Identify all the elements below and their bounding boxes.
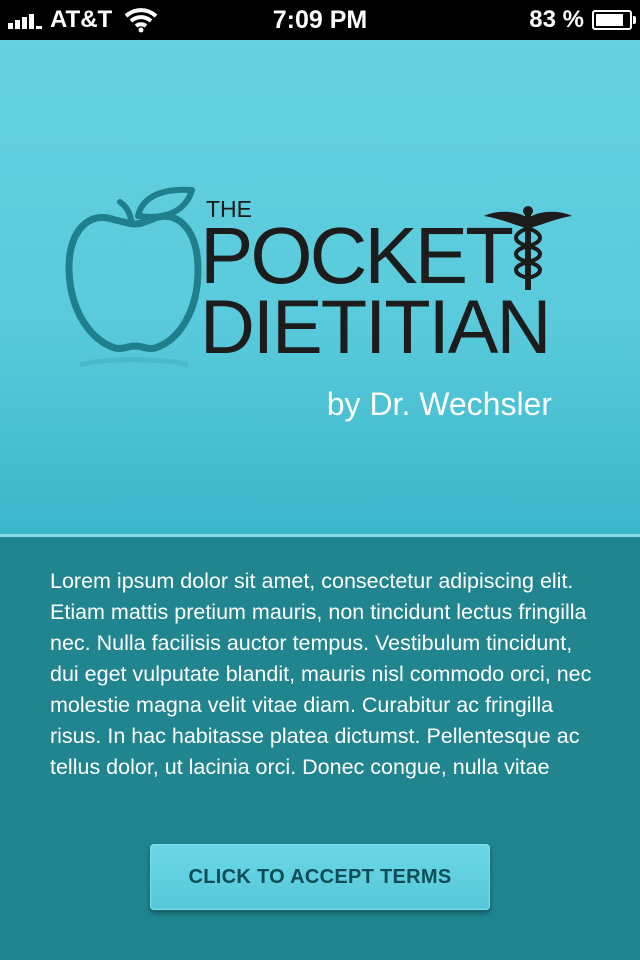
accept-terms-button[interactable]: CLICK TO ACCEPT TERMS bbox=[150, 844, 490, 910]
terms-text: Lorem ipsum dolor sit amet, consectetur … bbox=[50, 569, 592, 779]
battery-percent: 83 % bbox=[529, 6, 584, 33]
status-bar: AT&T 7:09 PM 83 % bbox=[0, 0, 640, 40]
byline: by Dr. Wechsler bbox=[326, 386, 552, 422]
logo-dietitian-text: DIETITIAN bbox=[200, 285, 551, 370]
battery-fill bbox=[596, 14, 623, 26]
logo-pocket-text: POCKET bbox=[200, 211, 514, 300]
header-divider bbox=[0, 534, 640, 537]
battery-icon bbox=[592, 10, 636, 30]
status-right: 83 % bbox=[529, 0, 636, 40]
